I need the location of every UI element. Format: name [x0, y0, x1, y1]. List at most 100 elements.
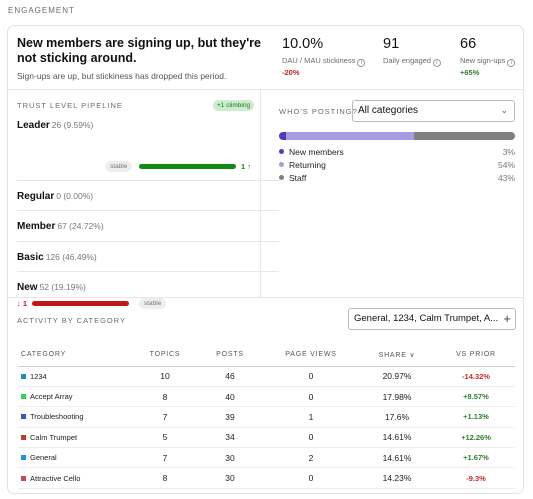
legend-label: Staff [289, 173, 307, 183]
col-topics[interactable]: TOPICS [135, 344, 195, 367]
info-icon[interactable]: i [432, 59, 441, 67]
page-views-cell: 2 [265, 447, 357, 469]
col-vs-prior[interactable]: VS PRIOR [437, 344, 515, 367]
category-name[interactable]: Troubleshooting [30, 412, 84, 421]
info-icon[interactable]: i [507, 59, 516, 67]
level-leader[interactable]: Leader 26 (9.59%) [17, 120, 93, 131]
chevron-down-icon: ⌄ [500, 105, 508, 115]
posts-cell: 30 [195, 447, 265, 469]
trust-title: TRUST LEVEL PIPELINE [17, 101, 123, 110]
segment-returning [286, 132, 414, 140]
activity-title: ACTIVITY BY CATEGORY [17, 316, 127, 325]
level-name: New [17, 282, 38, 293]
category-cell: 1234 [18, 366, 135, 387]
legend-dot [279, 175, 284, 180]
col-share[interactable]: SHARE ∨ [357, 344, 437, 367]
legend-pct: 3% [502, 147, 515, 157]
subline: Sign-ups are up, but stickiness has drop… [17, 71, 227, 81]
metric-stickiness: 10.0% DAU / MAU stickiness i -20% [282, 36, 366, 77]
topics-cell: 7 [135, 447, 195, 469]
category-name[interactable]: General [30, 453, 57, 462]
divider [17, 180, 279, 181]
share-cell: 14.61% [357, 427, 437, 449]
level-name: Leader [17, 120, 50, 131]
level-new[interactable]: New 52 (19.19%) [17, 282, 86, 293]
category-cell: Attractive Cello [18, 467, 135, 489]
category-swatch [21, 434, 26, 440]
level-name: Regular [17, 191, 55, 202]
metric-value: 66 [460, 36, 477, 52]
segment-new-members [279, 132, 287, 140]
table-row[interactable]: General 7 30 2 14.61% +1.67% [18, 447, 515, 469]
category-select-value: All categories [358, 105, 419, 116]
page-views-cell: 0 [265, 427, 357, 449]
metric-label: New sign-ups [460, 56, 506, 65]
level-regular[interactable]: Regular 0 (0.00%) [17, 191, 93, 202]
category-name[interactable]: Attractive Cello [30, 474, 80, 483]
new-progress-bar [32, 301, 129, 306]
info-icon[interactable]: i [357, 59, 366, 67]
table-row[interactable]: 1234 10 46 0 20.97% -14.32% [18, 366, 515, 387]
divider [17, 210, 279, 211]
legend-dot [279, 149, 284, 154]
level-name: Basic [17, 252, 44, 263]
legend-dot [279, 162, 284, 167]
topics-cell: 8 [135, 467, 195, 489]
legend-new-members: New members 3% [279, 147, 515, 157]
topics-cell: 10 [135, 366, 195, 387]
legend-staff: Staff 43% [279, 173, 515, 183]
vs-prior-cell: -9.3% [437, 467, 515, 489]
metric-label: DAU / MAU stickiness [282, 56, 356, 65]
category-swatch [21, 475, 26, 481]
posts-cell: 40 [195, 386, 265, 408]
level-basic[interactable]: Basic 126 (46.49%) [17, 252, 97, 263]
table-row[interactable]: Accept Array 8 40 0 17.98% +8.57% [18, 386, 515, 408]
engagement-card: New members are signing up, but they're … [7, 25, 524, 494]
category-select[interactable]: All categories ⌄ [352, 100, 515, 122]
level-count: 26 (9.59%) [51, 120, 94, 130]
divider [17, 271, 279, 272]
category-name[interactable]: 1234 [30, 372, 47, 381]
activity-table: CATEGORY TOPICS POSTS PAGE VIEWS SHARE ∨… [18, 344, 515, 489]
headline: New members are signing up, but they're … [17, 36, 262, 65]
category-cell: Accept Array [18, 386, 135, 408]
level-name: Member [17, 221, 56, 232]
table-row[interactable]: Attractive Cello 8 30 0 14.23% -9.3% [18, 467, 515, 489]
table-row[interactable]: Troubleshooting 7 39 1 17.6% +1.13% [18, 406, 515, 428]
share-cell: 20.97% [357, 366, 437, 387]
vs-prior-cell: +12.26% [437, 427, 515, 449]
page-views-cell: 1 [265, 406, 357, 428]
legend-returning: Returning 54% [279, 160, 515, 170]
whos-posting-panel: WHO'S POSTING? All categories ⌄ New memb… [261, 90, 523, 298]
table-row[interactable]: Calm Trumpet 5 34 0 14.61% +12.26% [18, 427, 515, 449]
metric-new-signups: 66 New sign-ups i +65% [460, 36, 516, 77]
plus-icon[interactable]: + [500, 311, 511, 326]
posts-cell: 30 [195, 467, 265, 489]
category-cell: Troubleshooting [18, 406, 135, 428]
metric-delta: +65% [460, 68, 480, 77]
category-filter[interactable]: General, 1234, Calm Trumpet, A... + [348, 308, 516, 330]
category-cell: Calm Trumpet [18, 427, 135, 449]
share-cell: 14.23% [357, 467, 437, 489]
level-count: 0 (0.00%) [56, 191, 94, 201]
category-name[interactable]: Accept Array [30, 392, 73, 401]
topics-cell: 5 [135, 427, 195, 449]
vs-prior-cell: -14.32% [437, 366, 515, 387]
metric-label: Daily engaged [383, 56, 431, 65]
level-member[interactable]: Member 67 (24.72%) [17, 221, 104, 232]
vs-prior-cell: +1.13% [437, 406, 515, 428]
page-views-cell: 0 [265, 467, 357, 489]
whos-posting-title: WHO'S POSTING? [279, 107, 358, 116]
category-name[interactable]: Calm Trumpet [30, 433, 77, 442]
stable-tag: stable [139, 298, 167, 309]
col-category[interactable]: CATEGORY [18, 344, 135, 367]
col-page-views[interactable]: PAGE VIEWS [265, 344, 357, 367]
category-cell: General [18, 447, 135, 469]
metric-daily-engaged: 91 Daily engaged i [383, 36, 441, 67]
metric-delta: -20% [282, 68, 300, 77]
share-cell: 14.61% [357, 447, 437, 469]
share-cell: 17.98% [357, 386, 437, 408]
col-posts[interactable]: POSTS [195, 344, 265, 367]
leader-progress-bar [139, 164, 236, 169]
legend-pct: 54% [497, 160, 515, 170]
